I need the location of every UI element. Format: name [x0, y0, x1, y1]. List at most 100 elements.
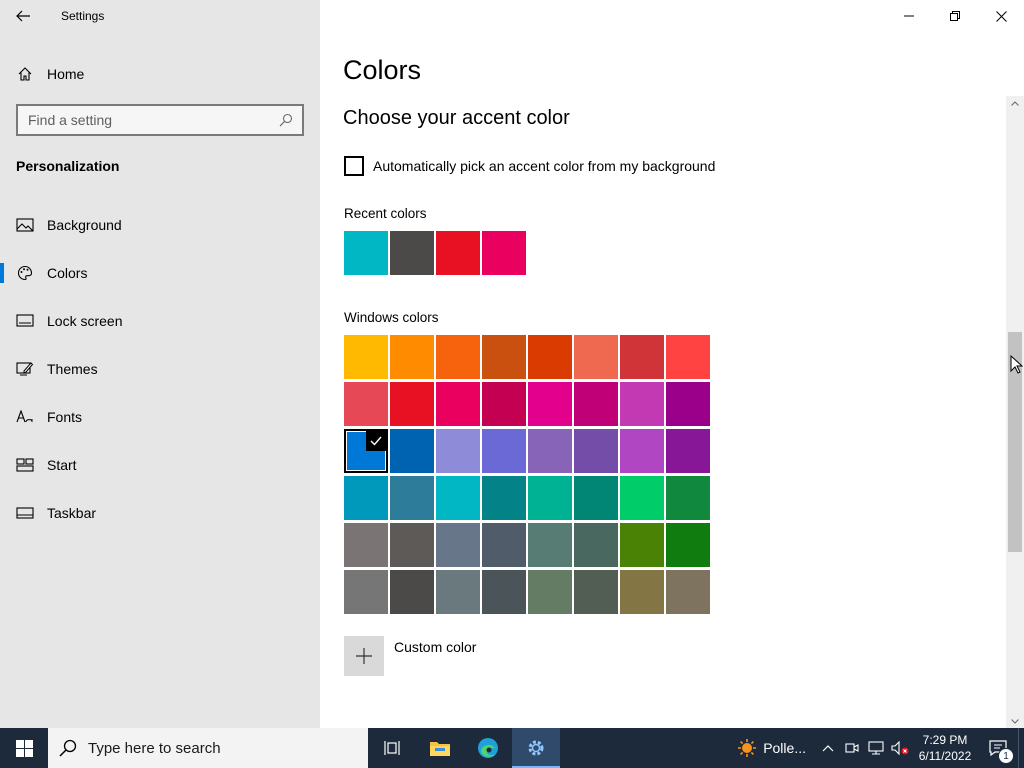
color-swatch[interactable] [666, 523, 710, 567]
clock[interactable]: 7:29 PM 6/11/2022 [912, 732, 978, 764]
task-view-button[interactable] [368, 728, 416, 768]
sidebar-item-start[interactable]: Start [0, 441, 320, 489]
sidebar-item-label: Lock screen [47, 313, 123, 329]
network-button[interactable] [864, 728, 888, 768]
taskbar-search-box[interactable]: Type here to search [48, 728, 368, 768]
sidebar-item-taskbar[interactable]: Taskbar [0, 489, 320, 537]
color-swatch[interactable] [482, 429, 526, 473]
color-swatch[interactable] [528, 570, 572, 614]
color-swatch[interactable] [344, 335, 388, 379]
recent-color-swatch[interactable] [436, 231, 480, 275]
edge-icon [478, 738, 498, 758]
color-swatch[interactable] [528, 523, 572, 567]
color-swatch[interactable] [436, 476, 480, 520]
recent-color-swatch[interactable] [482, 231, 526, 275]
recent-color-swatch[interactable] [344, 231, 388, 275]
sidebar-item-lock-screen[interactable]: Lock screen [0, 297, 320, 345]
scrollbar[interactable] [1006, 96, 1024, 728]
color-swatch[interactable] [666, 382, 710, 426]
color-swatch[interactable] [620, 335, 664, 379]
volume-button[interactable] [888, 728, 912, 768]
custom-color-button[interactable]: Custom color [344, 636, 476, 676]
color-swatch[interactable] [666, 335, 710, 379]
action-center-button[interactable]: 1 [978, 728, 1018, 768]
color-swatch[interactable] [436, 335, 480, 379]
taskbar: Type here to search Polle... 7:29 PM 6/1… [0, 728, 1024, 768]
color-swatch[interactable] [574, 429, 618, 473]
color-swatch[interactable] [528, 335, 572, 379]
color-swatch[interactable] [390, 429, 434, 473]
sidebar-item-themes[interactable]: Themes [0, 345, 320, 393]
search-icon [274, 113, 298, 127]
scroll-down-arrow-icon[interactable] [1006, 714, 1024, 728]
color-swatch[interactable] [620, 476, 664, 520]
color-swatch[interactable] [390, 382, 434, 426]
color-swatch[interactable] [436, 570, 480, 614]
search-icon [48, 739, 88, 757]
color-swatch[interactable] [344, 382, 388, 426]
checkbox-box[interactable] [344, 156, 364, 176]
color-swatch[interactable] [482, 570, 526, 614]
recent-color-swatch[interactable] [390, 231, 434, 275]
color-swatch[interactable] [620, 523, 664, 567]
color-swatch[interactable] [574, 476, 618, 520]
sidebar-item-background[interactable]: Background [0, 201, 320, 249]
color-swatch[interactable] [390, 476, 434, 520]
sidebar-item-colors[interactable]: Colors [0, 249, 320, 297]
meet-now-button[interactable] [840, 728, 864, 768]
sidebar-item-home[interactable]: Home [0, 56, 320, 92]
scroll-up-arrow-icon[interactable] [1006, 96, 1024, 110]
taskbar-file-explorer[interactable] [416, 728, 464, 768]
auto-pick-accent-checkbox[interactable]: Automatically pick an accent color from … [344, 156, 715, 176]
weather-label: Polle... [763, 740, 806, 756]
task-view-icon [384, 741, 400, 755]
color-swatch[interactable] [574, 523, 618, 567]
color-swatch[interactable] [620, 382, 664, 426]
color-swatch[interactable] [436, 382, 480, 426]
color-swatch[interactable] [620, 570, 664, 614]
start-button[interactable] [0, 728, 48, 768]
color-swatch[interactable] [666, 570, 710, 614]
color-swatch[interactable] [482, 335, 526, 379]
color-swatch[interactable] [436, 523, 480, 567]
color-swatch[interactable] [344, 570, 388, 614]
color-swatch[interactable] [574, 335, 618, 379]
title-bar: Settings [0, 0, 320, 32]
color-swatch[interactable] [482, 523, 526, 567]
color-swatch[interactable] [390, 335, 434, 379]
color-swatch[interactable] [390, 570, 434, 614]
color-swatch[interactable] [666, 476, 710, 520]
minimize-button[interactable] [886, 0, 932, 32]
color-swatch[interactable] [344, 523, 388, 567]
color-swatch[interactable] [390, 523, 434, 567]
sidebar-item-fonts[interactable]: Fonts [0, 393, 320, 441]
color-swatch[interactable] [482, 476, 526, 520]
color-swatch[interactable] [528, 429, 572, 473]
taskbar-settings[interactable] [512, 728, 560, 768]
home-icon [16, 66, 34, 82]
color-swatch-selected[interactable] [344, 429, 388, 473]
color-swatch[interactable] [666, 429, 710, 473]
back-button[interactable] [0, 0, 46, 32]
folder-icon [430, 742, 450, 756]
color-swatch[interactable] [482, 382, 526, 426]
close-button[interactable] [978, 0, 1024, 32]
color-swatch[interactable] [528, 476, 572, 520]
find-setting-input[interactable]: Find a setting [16, 104, 304, 136]
color-swatch[interactable] [528, 382, 572, 426]
themes-icon [16, 361, 34, 377]
restore-button[interactable] [932, 0, 978, 32]
color-swatch[interactable] [436, 429, 480, 473]
color-swatch[interactable] [574, 382, 618, 426]
taskbar-edge[interactable] [464, 728, 512, 768]
color-swatch[interactable] [574, 570, 618, 614]
search-placeholder: Find a setting [28, 112, 113, 128]
picture-icon [16, 218, 34, 232]
color-swatch[interactable] [620, 429, 664, 473]
show-hidden-icons-button[interactable] [816, 728, 840, 768]
restore-icon [950, 11, 960, 21]
show-desktop-button[interactable] [1018, 728, 1024, 768]
weather-widget[interactable]: Polle... [737, 738, 806, 758]
color-swatch[interactable] [344, 476, 388, 520]
palette-icon [16, 265, 34, 281]
